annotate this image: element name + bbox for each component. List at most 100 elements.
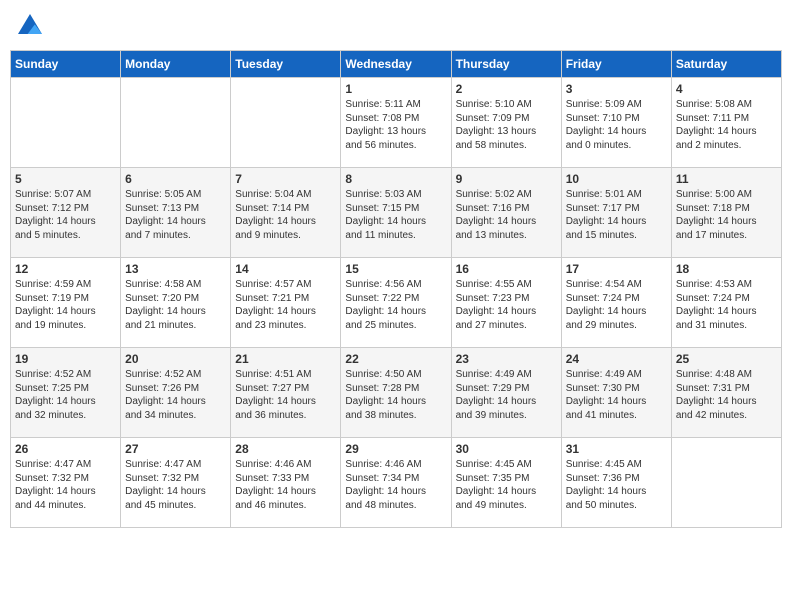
day-info: Sunrise: 4:52 AMSunset: 7:26 PMDaylight:… [125,368,226,422]
day-number: 7 [235,172,336,186]
day-info: Sunrise: 5:00 AMSunset: 7:18 PMDaylight:… [676,188,777,242]
day-info: Sunrise: 4:46 AMSunset: 7:33 PMDaylight:… [235,458,336,512]
day-info: Sunrise: 4:45 AMSunset: 7:35 PMDaylight:… [456,458,557,512]
calendar-cell: 26 Sunrise: 4:47 AMSunset: 7:32 PMDayligh… [11,438,121,528]
weekday-header-row: SundayMondayTuesdayWednesdayThursdayFrid… [11,51,782,78]
calendar-cell: 29 Sunrise: 4:46 AMSunset: 7:34 PMDayligh… [341,438,451,528]
day-number: 3 [566,82,667,96]
calendar-cell [231,78,341,168]
day-number: 1 [345,82,446,96]
calendar-cell: 6 Sunrise: 5:05 AMSunset: 7:13 PMDaylight… [121,168,231,258]
calendar-cell: 3 Sunrise: 5:09 AMSunset: 7:10 PMDaylight… [561,78,671,168]
day-info: Sunrise: 5:04 AMSunset: 7:14 PMDaylight:… [235,188,336,242]
day-number: 6 [125,172,226,186]
day-info: Sunrise: 4:47 AMSunset: 7:32 PMDaylight:… [125,458,226,512]
day-info: Sunrise: 4:51 AMSunset: 7:27 PMDaylight:… [235,368,336,422]
weekday-header-saturday: Saturday [671,51,781,78]
day-info: Sunrise: 5:11 AMSunset: 7:08 PMDaylight:… [345,98,446,152]
weekday-header-wednesday: Wednesday [341,51,451,78]
day-info: Sunrise: 4:52 AMSunset: 7:25 PMDaylight:… [15,368,116,422]
weekday-header-monday: Monday [121,51,231,78]
calendar-cell: 18 Sunrise: 4:53 AMSunset: 7:24 PMDayligh… [671,258,781,348]
day-info: Sunrise: 5:03 AMSunset: 7:15 PMDaylight:… [345,188,446,242]
calendar-cell: 23Sunrise: 4:49 AMSunset: 7:29 PMDayligh… [451,348,561,438]
calendar-cell: 15 Sunrise: 4:56 AMSunset: 7:22 PMDayligh… [341,258,451,348]
day-info: Sunrise: 5:08 AMSunset: 7:11 PMDaylight:… [676,98,777,152]
calendar-table: SundayMondayTuesdayWednesdayThursdayFrid… [10,50,782,528]
calendar-week-1: 1 Sunrise: 5:11 AMSunset: 7:08 PMDaylight… [11,78,782,168]
day-number: 30 [456,442,557,456]
page-header [10,10,782,42]
day-number: 13 [125,262,226,276]
weekday-header-friday: Friday [561,51,671,78]
calendar-cell: 17 Sunrise: 4:54 AMSunset: 7:24 PMDayligh… [561,258,671,348]
day-info: Sunrise: 4:49 AMSunset: 7:30 PMDaylight:… [566,368,667,422]
day-info: Sunrise: 5:02 AMSunset: 7:16 PMDaylight:… [456,188,557,242]
day-info: Sunrise: 4:49 AMSunset: 7:29 PMDaylight:… [456,368,557,422]
day-info: Sunrise: 4:55 AMSunset: 7:23 PMDaylight:… [456,278,557,332]
weekday-header-thursday: Thursday [451,51,561,78]
logo-icon [14,10,46,42]
calendar-cell: 7 Sunrise: 5:04 AMSunset: 7:14 PMDaylight… [231,168,341,258]
calendar-cell: 8 Sunrise: 5:03 AMSunset: 7:15 PMDaylight… [341,168,451,258]
day-number: 19 [15,352,116,366]
day-number: 29 [345,442,446,456]
day-number: 16 [456,262,557,276]
day-number: 20 [125,352,226,366]
day-number: 17 [566,262,667,276]
calendar-cell: 24Sunrise: 4:49 AMSunset: 7:30 PMDayligh… [561,348,671,438]
day-number: 8 [345,172,446,186]
day-number: 11 [676,172,777,186]
day-info: Sunrise: 5:09 AMSunset: 7:10 PMDaylight:… [566,98,667,152]
calendar-cell: 2Sunrise: 5:10 AMSunset: 7:09 PMDaylight… [451,78,561,168]
day-info: Sunrise: 4:56 AMSunset: 7:22 PMDaylight:… [345,278,446,332]
calendar-cell: 5 Sunrise: 5:07 AMSunset: 7:12 PMDaylight… [11,168,121,258]
calendar-cell: 13 Sunrise: 4:58 AMSunset: 7:20 PMDayligh… [121,258,231,348]
calendar-cell: 1 Sunrise: 5:11 AMSunset: 7:08 PMDaylight… [341,78,451,168]
day-number: 2 [456,82,557,96]
calendar-week-3: 12 Sunrise: 4:59 AMSunset: 7:19 PMDayligh… [11,258,782,348]
calendar-cell [121,78,231,168]
day-number: 14 [235,262,336,276]
calendar-body: 1 Sunrise: 5:11 AMSunset: 7:08 PMDaylight… [11,78,782,528]
day-info: Sunrise: 4:54 AMSunset: 7:24 PMDaylight:… [566,278,667,332]
calendar-cell [11,78,121,168]
calendar-cell: 11 Sunrise: 5:00 AMSunset: 7:18 PMDayligh… [671,168,781,258]
day-number: 26 [15,442,116,456]
calendar-cell: 30 Sunrise: 4:45 AMSunset: 7:35 PMDayligh… [451,438,561,528]
calendar-header: SundayMondayTuesdayWednesdayThursdayFrid… [11,51,782,78]
calendar-cell: 20 Sunrise: 4:52 AMSunset: 7:26 PMDayligh… [121,348,231,438]
day-info: Sunrise: 4:57 AMSunset: 7:21 PMDaylight:… [235,278,336,332]
day-number: 12 [15,262,116,276]
day-number: 15 [345,262,446,276]
day-info: Sunrise: 5:01 AMSunset: 7:17 PMDaylight:… [566,188,667,242]
weekday-header-sunday: Sunday [11,51,121,78]
calendar-week-5: 26 Sunrise: 4:47 AMSunset: 7:32 PMDayligh… [11,438,782,528]
day-info: Sunrise: 5:07 AMSunset: 7:12 PMDaylight:… [15,188,116,242]
logo [14,10,50,42]
calendar-cell: 21Sunrise: 4:51 AMSunset: 7:27 PMDayligh… [231,348,341,438]
day-number: 28 [235,442,336,456]
calendar-cell: 10Sunrise: 5:01 AMSunset: 7:17 PMDayligh… [561,168,671,258]
calendar-week-2: 5 Sunrise: 5:07 AMSunset: 7:12 PMDaylight… [11,168,782,258]
calendar-cell: 19 Sunrise: 4:52 AMSunset: 7:25 PMDayligh… [11,348,121,438]
calendar-cell: 27Sunrise: 4:47 AMSunset: 7:32 PMDayligh… [121,438,231,528]
day-info: Sunrise: 4:59 AMSunset: 7:19 PMDaylight:… [15,278,116,332]
day-number: 25 [676,352,777,366]
calendar-cell: 14 Sunrise: 4:57 AMSunset: 7:21 PMDayligh… [231,258,341,348]
day-number: 22 [345,352,446,366]
day-number: 5 [15,172,116,186]
calendar-cell: 25 Sunrise: 4:48 AMSunset: 7:31 PMDayligh… [671,348,781,438]
day-info: Sunrise: 4:46 AMSunset: 7:34 PMDaylight:… [345,458,446,512]
day-info: Sunrise: 4:48 AMSunset: 7:31 PMDaylight:… [676,368,777,422]
day-info: Sunrise: 4:53 AMSunset: 7:24 PMDaylight:… [676,278,777,332]
day-info: Sunrise: 5:05 AMSunset: 7:13 PMDaylight:… [125,188,226,242]
day-info: Sunrise: 4:47 AMSunset: 7:32 PMDaylight:… [15,458,116,512]
calendar-week-4: 19 Sunrise: 4:52 AMSunset: 7:25 PMDayligh… [11,348,782,438]
calendar-cell: 22Sunrise: 4:50 AMSunset: 7:28 PMDayligh… [341,348,451,438]
weekday-header-tuesday: Tuesday [231,51,341,78]
calendar-cell [671,438,781,528]
day-info: Sunrise: 4:58 AMSunset: 7:20 PMDaylight:… [125,278,226,332]
day-number: 18 [676,262,777,276]
day-number: 31 [566,442,667,456]
